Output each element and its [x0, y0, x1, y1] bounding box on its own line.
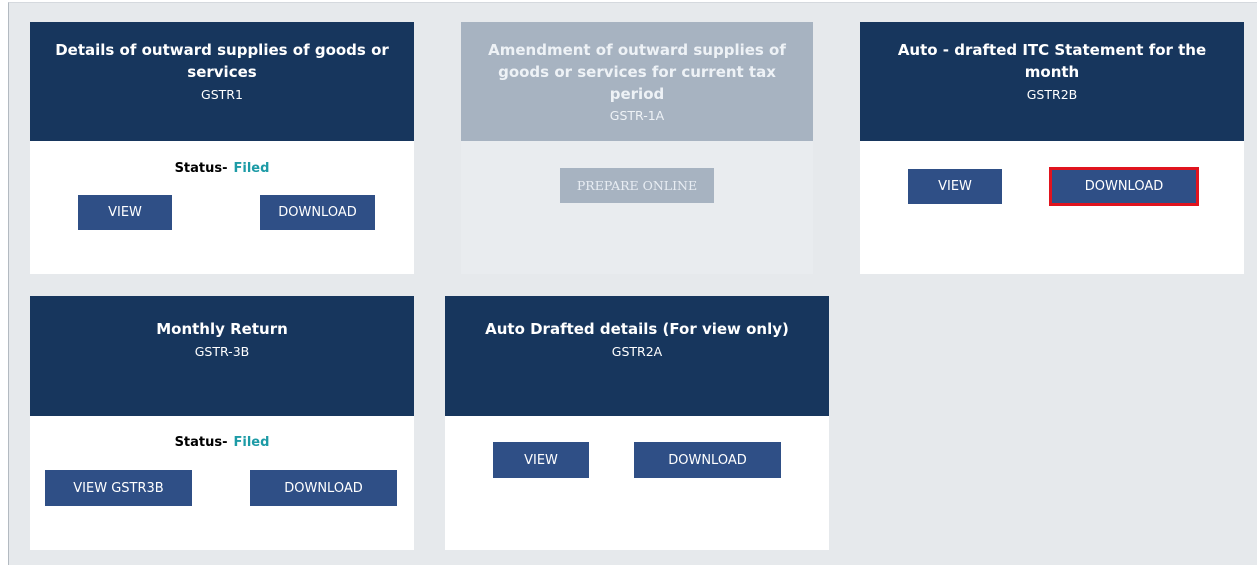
- gstr1a-tile-code: GSTR-1A: [609, 108, 665, 123]
- status-label: Status-: [174, 161, 228, 176]
- status-value: Filed: [233, 435, 270, 450]
- gstr1-tile-title: Details of outward supplies of goods or …: [55, 41, 389, 81]
- gstr1a-tile-title: Amendment of outward supplies of goods o…: [488, 41, 786, 103]
- gstr3b-tile-title: Monthly Return: [156, 320, 288, 338]
- gstr2b-view-button[interactable]: VIEW: [908, 169, 1002, 204]
- status-label: Status-: [174, 435, 228, 450]
- gstr1a-tile: Amendment of outward supplies of goods o…: [461, 22, 813, 274]
- gstr2a-tile-code: GSTR2A: [611, 344, 663, 359]
- returns-dashboard: Details of outward supplies of goods or …: [8, 2, 1257, 565]
- gstr1-tile-code: GSTR1: [201, 87, 243, 102]
- gstr3b-download-button[interactable]: DOWNLOAD: [250, 470, 397, 506]
- status-value: Filed: [233, 161, 270, 176]
- gstr2b-download-button[interactable]: DOWNLOAD: [1049, 167, 1199, 206]
- gstr2a-tile-title: Auto Drafted details (For view only): [485, 320, 789, 338]
- gstr3b-status: Status- Filed: [30, 435, 414, 450]
- gstr2a-download-button[interactable]: DOWNLOAD: [634, 442, 781, 478]
- gstr2b-tile-title: Auto - drafted ITC Statement for the mon…: [897, 41, 1207, 81]
- gstr1a-tile-header: Amendment of outward supplies of goods o…: [461, 22, 813, 141]
- gstr2a-tile: Auto Drafted details (For view only) GST…: [445, 296, 829, 550]
- gstr2b-tile: Auto - drafted ITC Statement for the mon…: [860, 22, 1244, 274]
- gstr3b-tile-header: Monthly Return GSTR-3B: [30, 296, 414, 416]
- gstr3b-tile: Monthly Return GSTR-3B Status- Filed VIEW…: [30, 296, 414, 550]
- gstr1-tile-header: Details of outward supplies of goods or …: [30, 22, 414, 141]
- view-gstr3b-button[interactable]: VIEW GSTR3B: [45, 470, 192, 506]
- gstr1-download-button[interactable]: DOWNLOAD: [260, 195, 375, 230]
- gstr2a-tile-header: Auto Drafted details (For view only) GST…: [445, 296, 829, 416]
- gstr2b-tile-code: GSTR2B: [1026, 87, 1078, 102]
- gstr1-view-button[interactable]: VIEW: [78, 195, 172, 230]
- gstr2b-tile-header: Auto - drafted ITC Statement for the mon…: [860, 22, 1244, 141]
- gstr1-status: Status- Filed: [30, 161, 414, 176]
- gstr2a-view-button[interactable]: VIEW: [493, 442, 589, 478]
- gstr3b-tile-code: GSTR-3B: [194, 344, 250, 359]
- gstr1a-prepare-online-button[interactable]: PREPARE ONLINE: [560, 168, 714, 203]
- gstr1-tile: Details of outward supplies of goods or …: [30, 22, 414, 274]
